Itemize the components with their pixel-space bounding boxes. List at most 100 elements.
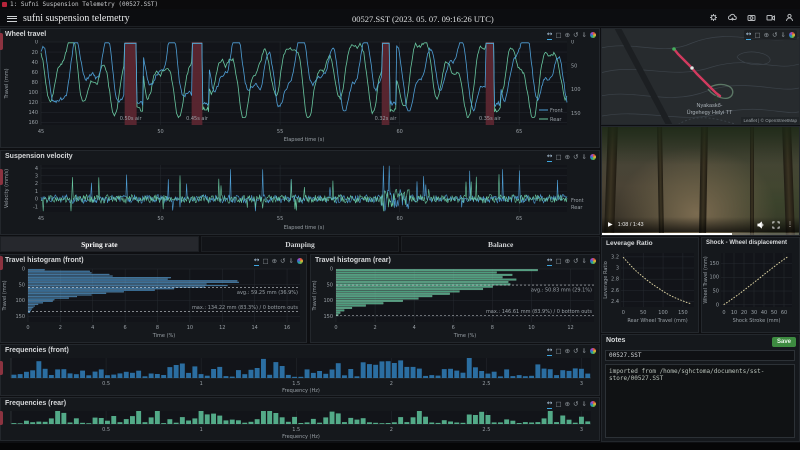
save-button[interactable]: Save xyxy=(772,337,796,347)
reset-icon[interactable]: ↺ xyxy=(573,257,578,266)
svg-text:6: 6 xyxy=(452,325,455,331)
svg-text:10: 10 xyxy=(528,325,534,331)
pan-icon[interactable]: ↔ xyxy=(547,399,552,409)
box-zoom-icon[interactable]: □ xyxy=(555,31,561,40)
reset-icon[interactable]: ↺ xyxy=(573,400,578,409)
svg-text:65: 65 xyxy=(516,216,522,222)
play-icon[interactable]: ▶ xyxy=(608,221,613,228)
svg-text:14: 14 xyxy=(251,325,257,331)
reset-icon[interactable]: ↺ xyxy=(772,31,777,40)
video-icon[interactable] xyxy=(766,13,775,22)
svg-text:0.50s air: 0.50s air xyxy=(120,116,143,122)
svg-text:-1: -1 xyxy=(33,204,38,210)
user-icon[interactable] xyxy=(785,13,794,22)
save-icon[interactable]: ⇓ xyxy=(582,257,587,266)
svg-text:Wheel Travel (mm): Wheel Travel (mm) xyxy=(703,256,709,303)
kebab-menu-icon[interactable]: ⋮ xyxy=(787,221,793,228)
box-zoom-icon[interactable]: □ xyxy=(555,347,561,356)
session-name-input[interactable] xyxy=(605,350,795,361)
svg-text:12: 12 xyxy=(567,325,573,331)
pan-icon[interactable]: ↔ xyxy=(254,256,259,266)
wheel-zoom-icon[interactable]: ⊕ xyxy=(565,400,570,409)
svg-text:1: 1 xyxy=(200,381,203,387)
svg-text:4: 4 xyxy=(413,325,416,331)
svg-text:60: 60 xyxy=(781,310,787,316)
svg-text:2.8: 2.8 xyxy=(611,277,619,283)
video-progress-bar[interactable] xyxy=(602,233,799,236)
svg-text:80: 80 xyxy=(32,80,38,86)
suspension-velocity-chart[interactable]: 4550556065-101234FrontRearElapsed time (… xyxy=(1,162,597,234)
svg-text:50: 50 xyxy=(157,129,163,135)
svg-text:Time (%): Time (%) xyxy=(152,333,176,339)
save-icon[interactable]: ⇓ xyxy=(582,31,587,40)
annotation-marker xyxy=(0,411,3,425)
reset-icon[interactable]: ↺ xyxy=(280,257,285,266)
frequencies-front-chart[interactable]: 0.511.522.53Frequency (Hz) xyxy=(1,356,597,395)
reset-icon[interactable]: ↺ xyxy=(573,153,578,162)
pan-icon[interactable]: ↔ xyxy=(547,152,552,162)
notes-textarea[interactable]: imported from /home/sghctoma/documents/s… xyxy=(605,364,795,438)
menu-icon[interactable] xyxy=(7,14,17,23)
wheel-travel-chart[interactable]: 4550556065020406080100120140160050100150… xyxy=(1,40,597,147)
wheel-zoom-icon[interactable]: ⊕ xyxy=(565,153,570,162)
cloud-upload-icon[interactable] xyxy=(728,13,737,22)
save-icon[interactable]: ⇓ xyxy=(582,153,587,162)
camera-icon[interactable] xyxy=(747,13,756,22)
svg-text:Rear: Rear xyxy=(571,205,583,211)
svg-text:30: 30 xyxy=(751,310,757,316)
panel-title: Notes xyxy=(606,337,625,344)
wheel-zoom-icon[interactable]: ⊕ xyxy=(764,31,769,40)
fullscreen-icon[interactable] xyxy=(772,221,780,229)
svg-text:Frequency (Hz): Frequency (Hz) xyxy=(282,434,320,440)
svg-text:2.6: 2.6 xyxy=(611,288,619,294)
wheel-zoom-icon[interactable]: ⊕ xyxy=(565,347,570,356)
save-icon[interactable]: ⇓ xyxy=(582,347,587,356)
travel-histogram-rear-chart[interactable]: 024681012050100150avg.: 50.83 mm (29.1%)… xyxy=(311,266,599,342)
svg-text:150: 150 xyxy=(15,314,25,320)
panel-title: Suspension velocity xyxy=(5,153,73,160)
svg-text:max.: 146.61 mm (83.9%) / 0 bo: max.: 146.61 mm (83.9%) / 0 bottom outs xyxy=(486,309,592,315)
pan-icon[interactable]: ↔ xyxy=(746,30,751,40)
wheel-zoom-icon[interactable]: ⊕ xyxy=(565,257,570,266)
pan-icon[interactable]: ↔ xyxy=(547,30,552,40)
panel-video[interactable]: ▶ 1:08 / 1:43 ⋮ xyxy=(601,126,800,236)
gear-icon[interactable] xyxy=(709,13,718,22)
svg-text:2: 2 xyxy=(59,325,62,331)
save-icon[interactable]: ⇓ xyxy=(289,257,294,266)
panel-suspension-velocity: Suspension velocity ↔□⊕↺⇓ 4550556065-101… xyxy=(0,150,600,235)
box-zoom-icon[interactable]: □ xyxy=(262,257,268,266)
tab-damping[interactable]: Damping xyxy=(201,236,400,252)
tab-balance[interactable]: Balance xyxy=(401,236,600,252)
volume-icon[interactable] xyxy=(757,221,765,229)
video-timestamp: 1:08 / 1:43 xyxy=(618,222,644,228)
wheel-zoom-icon[interactable]: ⊕ xyxy=(565,31,570,40)
panel-frequencies-rear: Frequencies (rear) ↔□⊕↺⇓ 0.511.522.53Fre… xyxy=(0,397,600,441)
frequencies-rear-chart[interactable]: 0.511.522.53Frequency (Hz) xyxy=(1,409,597,440)
bokeh-logo-icon xyxy=(590,32,596,38)
svg-text:2: 2 xyxy=(373,325,376,331)
tab-spring-rate[interactable]: Spring rate xyxy=(0,236,199,252)
pan-icon[interactable]: ↔ xyxy=(547,256,552,266)
reset-icon[interactable]: ↺ xyxy=(573,347,578,356)
box-zoom-icon[interactable]: □ xyxy=(754,31,760,40)
box-zoom-icon[interactable]: □ xyxy=(555,153,561,162)
save-icon[interactable]: ⇓ xyxy=(582,400,587,409)
map-attribution[interactable]: Leaflet | © OpenStreetMap xyxy=(741,117,799,124)
svg-text:avg.: 59.25 mm (36.9%): avg.: 59.25 mm (36.9%) xyxy=(237,290,298,296)
panel-track-map[interactable]: ↔□⊕↺⇓ Nyakaskő- Ürgehegy Helyi TT Leafle… xyxy=(601,28,800,125)
bokeh-toolbar: ↔□ ⊕↺ ⇓ xyxy=(547,30,596,40)
save-icon[interactable]: ⇓ xyxy=(781,31,786,40)
svg-text:150: 150 xyxy=(709,261,719,267)
svg-text:Time (%): Time (%) xyxy=(453,333,477,339)
travel-histogram-front-chart[interactable]: 0246810121416050100150avg.: 59.25 mm (36… xyxy=(1,266,306,342)
pan-icon[interactable]: ↔ xyxy=(547,346,552,356)
reset-icon[interactable]: ↺ xyxy=(573,31,578,40)
box-zoom-icon[interactable]: □ xyxy=(555,400,561,409)
svg-text:Leverage Ratio: Leverage Ratio xyxy=(603,261,609,299)
svg-text:100: 100 xyxy=(571,87,581,93)
shock-wheel-displacement-chart[interactable]: 0102030405060050100150Shock Stroke (mm)W… xyxy=(702,249,799,332)
box-zoom-icon[interactable]: □ xyxy=(555,257,561,266)
wheel-zoom-icon[interactable]: ⊕ xyxy=(272,257,277,266)
svg-text:120: 120 xyxy=(28,100,38,106)
leverage-ratio-chart[interactable]: 0501001502.42.62.833.2Rear Wheel Travel … xyxy=(602,249,698,332)
